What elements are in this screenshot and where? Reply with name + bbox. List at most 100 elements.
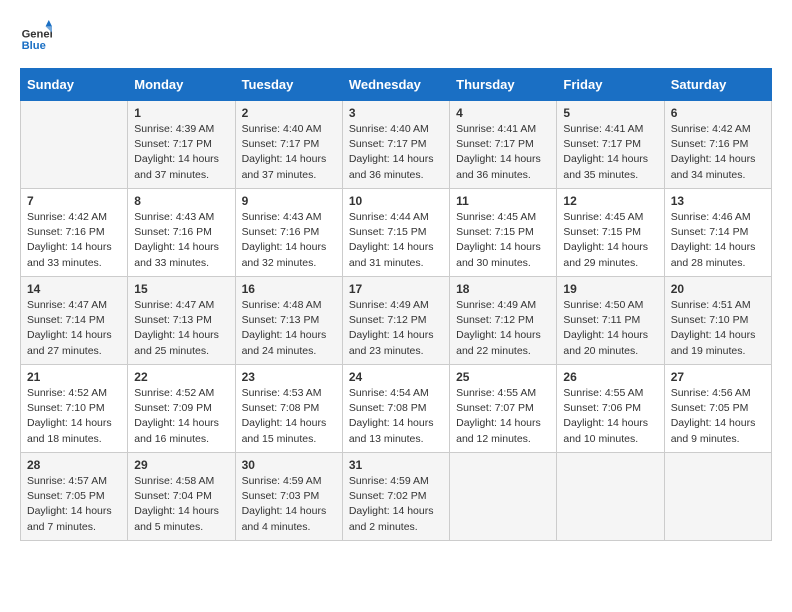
day-info: Sunrise: 4:42 AMSunset: 7:16 PMDaylight:… — [27, 210, 121, 271]
svg-text:General: General — [22, 29, 52, 41]
daylight-text: Daylight: 14 hours and 33 minutes. — [134, 241, 219, 268]
sunset-text: Sunset: 7:06 PM — [563, 402, 641, 414]
day-info: Sunrise: 4:43 AMSunset: 7:16 PMDaylight:… — [242, 210, 336, 271]
calendar-cell: 6Sunrise: 4:42 AMSunset: 7:16 PMDaylight… — [664, 101, 771, 189]
day-info: Sunrise: 4:47 AMSunset: 7:14 PMDaylight:… — [27, 298, 121, 359]
sunrise-text: Sunrise: 4:40 AM — [242, 123, 322, 135]
sunrise-text: Sunrise: 4:41 AM — [563, 123, 643, 135]
calendar-cell: 26Sunrise: 4:55 AMSunset: 7:06 PMDayligh… — [557, 365, 664, 453]
calendar-cell: 20Sunrise: 4:51 AMSunset: 7:10 PMDayligh… — [664, 277, 771, 365]
day-number: 19 — [563, 282, 657, 296]
day-info: Sunrise: 4:50 AMSunset: 7:11 PMDaylight:… — [563, 298, 657, 359]
column-header-monday: Monday — [128, 69, 235, 101]
column-header-thursday: Thursday — [450, 69, 557, 101]
calendar-cell: 17Sunrise: 4:49 AMSunset: 7:12 PMDayligh… — [342, 277, 449, 365]
daylight-text: Daylight: 14 hours and 34 minutes. — [671, 153, 756, 180]
day-info: Sunrise: 4:55 AMSunset: 7:07 PMDaylight:… — [456, 386, 550, 447]
day-info: Sunrise: 4:41 AMSunset: 7:17 PMDaylight:… — [563, 122, 657, 183]
calendar-cell: 3Sunrise: 4:40 AMSunset: 7:17 PMDaylight… — [342, 101, 449, 189]
day-info: Sunrise: 4:45 AMSunset: 7:15 PMDaylight:… — [563, 210, 657, 271]
day-info: Sunrise: 4:44 AMSunset: 7:15 PMDaylight:… — [349, 210, 443, 271]
calendar-cell: 21Sunrise: 4:52 AMSunset: 7:10 PMDayligh… — [21, 365, 128, 453]
day-info: Sunrise: 4:41 AMSunset: 7:17 PMDaylight:… — [456, 122, 550, 183]
calendar-cell: 16Sunrise: 4:48 AMSunset: 7:13 PMDayligh… — [235, 277, 342, 365]
daylight-text: Daylight: 14 hours and 31 minutes. — [349, 241, 434, 268]
daylight-text: Daylight: 14 hours and 18 minutes. — [27, 417, 112, 444]
sunset-text: Sunset: 7:15 PM — [456, 226, 534, 238]
daylight-text: Daylight: 14 hours and 27 minutes. — [27, 329, 112, 356]
sunrise-text: Sunrise: 4:44 AM — [349, 211, 429, 223]
day-number: 21 — [27, 370, 121, 384]
daylight-text: Daylight: 14 hours and 5 minutes. — [134, 505, 219, 532]
calendar-cell: 15Sunrise: 4:47 AMSunset: 7:13 PMDayligh… — [128, 277, 235, 365]
day-info: Sunrise: 4:42 AMSunset: 7:16 PMDaylight:… — [671, 122, 765, 183]
sunset-text: Sunset: 7:09 PM — [134, 402, 212, 414]
sunset-text: Sunset: 7:13 PM — [242, 314, 320, 326]
day-number: 29 — [134, 458, 228, 472]
daylight-text: Daylight: 14 hours and 2 minutes. — [349, 505, 434, 532]
daylight-text: Daylight: 14 hours and 7 minutes. — [27, 505, 112, 532]
daylight-text: Daylight: 14 hours and 10 minutes. — [563, 417, 648, 444]
calendar-cell: 14Sunrise: 4:47 AMSunset: 7:14 PMDayligh… — [21, 277, 128, 365]
daylight-text: Daylight: 14 hours and 16 minutes. — [134, 417, 219, 444]
sunset-text: Sunset: 7:17 PM — [134, 138, 212, 150]
day-info: Sunrise: 4:58 AMSunset: 7:04 PMDaylight:… — [134, 474, 228, 535]
day-number: 20 — [671, 282, 765, 296]
sunrise-text: Sunrise: 4:58 AM — [134, 475, 214, 487]
calendar-cell: 7Sunrise: 4:42 AMSunset: 7:16 PMDaylight… — [21, 189, 128, 277]
calendar-week-row: 28 Sunrise: 4:57 AM Sunset: 7:05 PM Dayligh… — [21, 453, 772, 541]
sunrise-text: Sunrise: 4:55 AM — [563, 387, 643, 399]
daylight-text: Daylight: 14 hours and 36 minutes. — [349, 153, 434, 180]
day-number: 9 — [242, 194, 336, 208]
calendar-cell: 27Sunrise: 4:56 AMSunset: 7:05 PMDayligh… — [664, 365, 771, 453]
day-number: 31 — [349, 458, 443, 472]
daylight-text: Daylight: 14 hours and 19 minutes. — [671, 329, 756, 356]
calendar-cell: 8Sunrise: 4:43 AMSunset: 7:16 PMDaylight… — [128, 189, 235, 277]
daylight-text: Daylight: 14 hours and 24 minutes. — [242, 329, 327, 356]
day-number: 27 — [671, 370, 765, 384]
calendar-cell: 18Sunrise: 4:49 AMSunset: 7:12 PMDayligh… — [450, 277, 557, 365]
sunrise-text: Sunrise: 4:59 AM — [242, 475, 322, 487]
sunrise-text: Sunrise: 4:54 AM — [349, 387, 429, 399]
day-info: Sunrise: 4:45 AMSunset: 7:15 PMDaylight:… — [456, 210, 550, 271]
sunrise-text: Sunrise: 4:39 AM — [134, 123, 214, 135]
day-info: Sunrise: 4:47 AMSunset: 7:13 PMDaylight:… — [134, 298, 228, 359]
sunrise-text: Sunrise: 4:50 AM — [563, 299, 643, 311]
day-number: 13 — [671, 194, 765, 208]
calendar-week-row: 7Sunrise: 4:42 AMSunset: 7:16 PMDaylight… — [21, 189, 772, 277]
day-number: 24 — [349, 370, 443, 384]
daylight-text: Daylight: 14 hours and 25 minutes. — [134, 329, 219, 356]
daylight-text: Daylight: 14 hours and 20 minutes. — [563, 329, 648, 356]
calendar-table: SundayMondayTuesdayWednesdayThursdayFrid… — [20, 68, 772, 541]
calendar-cell — [557, 453, 664, 541]
sunrise-text: Sunrise: 4:59 AM — [349, 475, 429, 487]
sunset-text: Sunset: 7:08 PM — [349, 402, 427, 414]
day-number: 28 — [27, 458, 121, 472]
daylight-text: Daylight: 14 hours and 9 minutes. — [671, 417, 756, 444]
day-number: 2 — [242, 106, 336, 120]
sunrise-text: Sunrise: 4:47 AM — [27, 299, 107, 311]
calendar-cell — [664, 453, 771, 541]
sunset-text: Sunset: 7:05 PM — [671, 402, 749, 414]
daylight-text: Daylight: 14 hours and 33 minutes. — [27, 241, 112, 268]
sunrise-text: Sunrise: 4:48 AM — [242, 299, 322, 311]
sunrise-text: Sunrise: 4:43 AM — [242, 211, 322, 223]
sunset-text: Sunset: 7:17 PM — [349, 138, 427, 150]
day-number: 11 — [456, 194, 550, 208]
sunrise-text: Sunrise: 4:57 AM — [27, 475, 107, 487]
daylight-text: Daylight: 14 hours and 15 minutes. — [242, 417, 327, 444]
day-number: 12 — [563, 194, 657, 208]
sunrise-text: Sunrise: 4:49 AM — [456, 299, 536, 311]
calendar-cell: 30Sunrise: 4:59 AMSunset: 7:03 PMDayligh… — [235, 453, 342, 541]
sunset-text: Sunset: 7:16 PM — [134, 226, 212, 238]
sunset-text: Sunset: 7:05 PM — [27, 490, 105, 502]
sunset-text: Sunset: 7:17 PM — [563, 138, 641, 150]
calendar-week-row: 1Sunrise: 4:39 AMSunset: 7:17 PMDaylight… — [21, 101, 772, 189]
day-number: 17 — [349, 282, 443, 296]
daylight-text: Daylight: 14 hours and 4 minutes. — [242, 505, 327, 532]
day-info: Sunrise: 4:59 AMSunset: 7:02 PMDaylight:… — [349, 474, 443, 535]
day-info: Sunrise: 4:57 AM Sunset: 7:05 PM Daylight:… — [27, 474, 121, 535]
sunrise-text: Sunrise: 4:45 AM — [563, 211, 643, 223]
calendar-cell: 11 Sunrise: 4:45 AMSunset: 7:15 PMDayligh… — [450, 189, 557, 277]
sunset-text: Sunset: 7:12 PM — [349, 314, 427, 326]
